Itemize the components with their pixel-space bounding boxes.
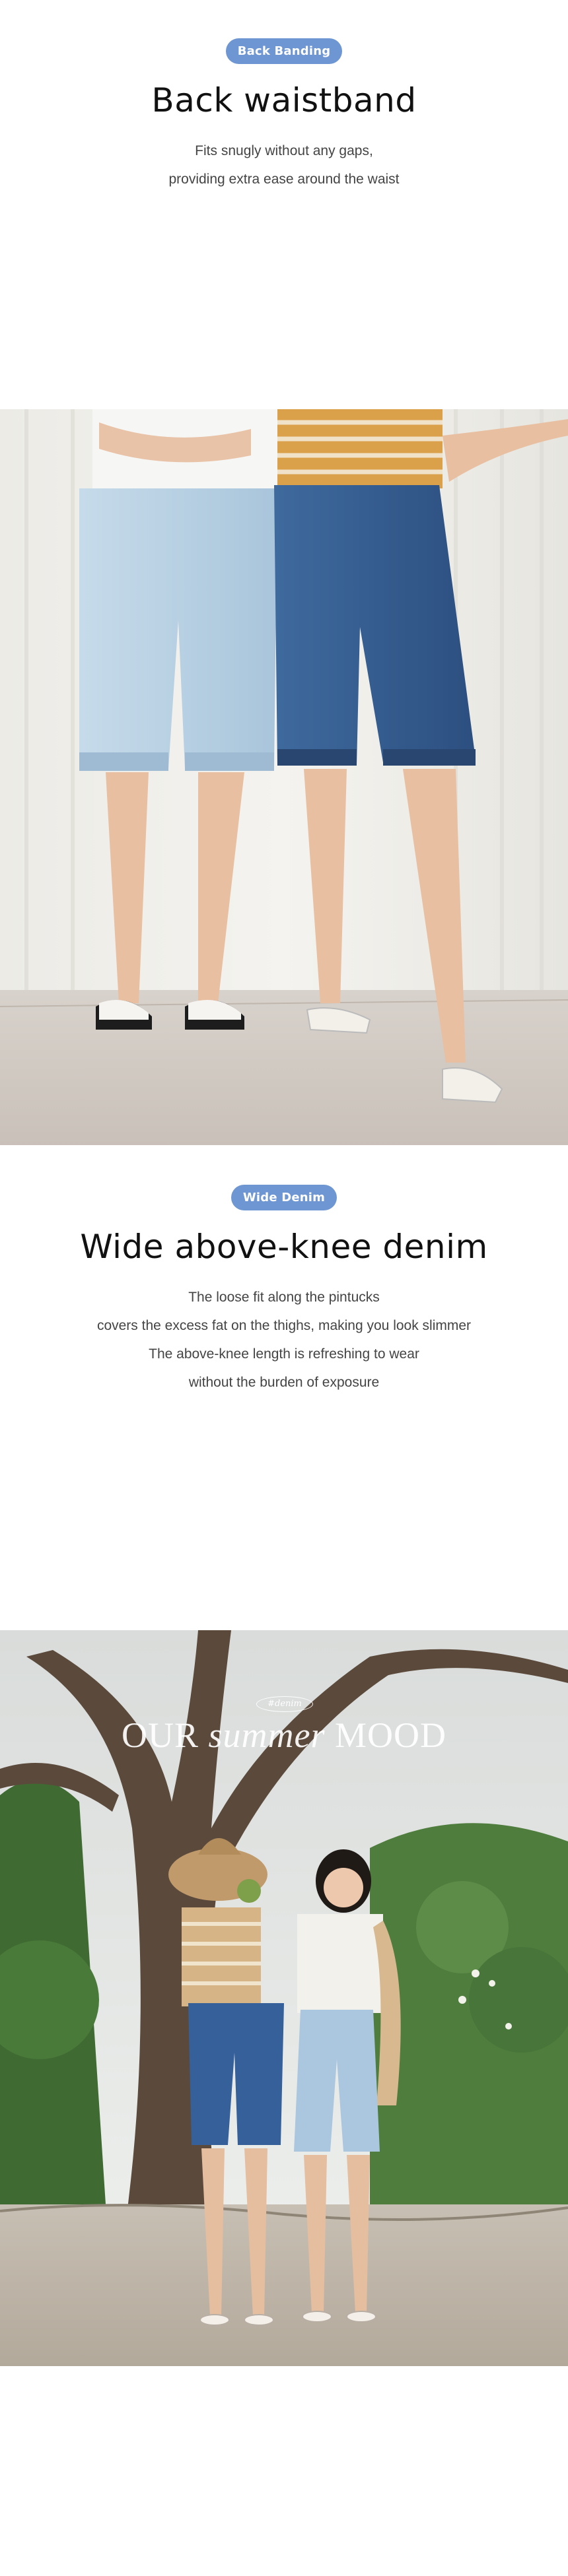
overlay-title-italic: summer (208, 1715, 326, 1755)
overlay-title-part: MOOD (325, 1715, 447, 1755)
description-line: covers the excess fat on the thighs, mak… (96, 1318, 472, 1333)
section-title: Back waistband (151, 81, 417, 119)
description-line: The above-knee length is refreshing to w… (149, 1346, 419, 1362)
section-description: Fits snugly without any gaps, providing … (0, 137, 568, 193)
feature-badge: Back Banding (225, 38, 343, 64)
overlay-tag: #denim (256, 1696, 313, 1712)
section-title: Wide above-knee denim (80, 1228, 488, 1266)
section-description: The loose fit along the pintucks covers … (0, 1283, 568, 1397)
feature-badge: Wide Denim (231, 1185, 337, 1210)
section-back-waistband: Back Banding Back waistband Fits snugly … (0, 38, 568, 193)
overlay-title-part: OUR (121, 1715, 209, 1755)
lifestyle-photo-summer-mood: #denim OUR summer MOOD (0, 1630, 568, 2366)
overlay-title: OUR summer MOOD (0, 1715, 568, 1756)
description-line: Fits snugly without any gaps, (195, 143, 373, 158)
description-line: The loose fit along the pintucks (188, 1290, 380, 1305)
product-photo-denim-shorts (0, 409, 568, 1145)
description-line: providing extra ease around the waist (168, 172, 400, 187)
description-line: without the burden of exposure (188, 1375, 380, 1390)
section-wide-denim: Wide Denim Wide above-knee denim The loo… (0, 1185, 568, 1397)
